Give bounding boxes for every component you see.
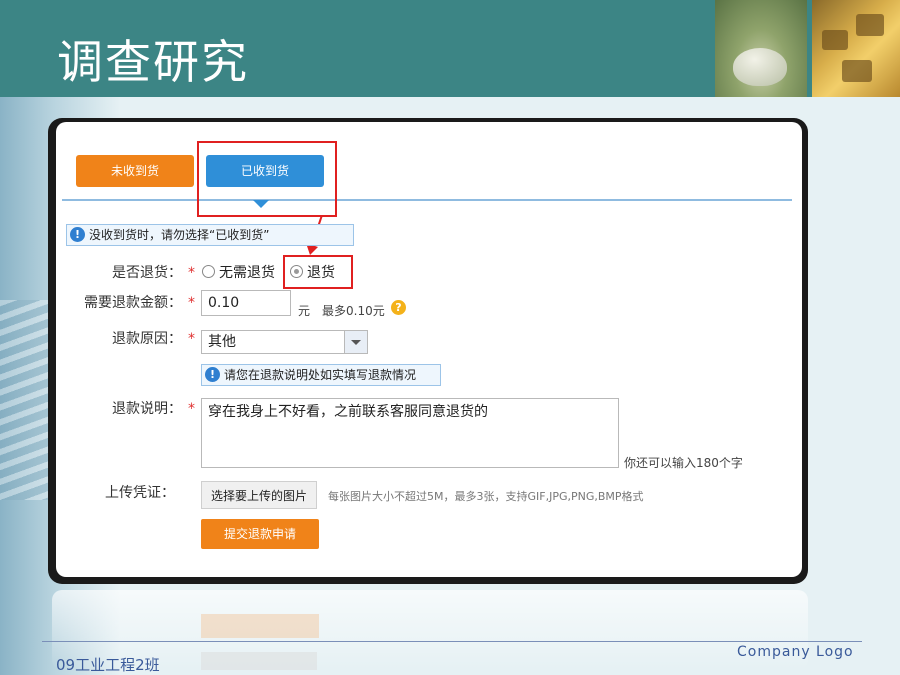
question-icon[interactable]: ? <box>391 300 406 315</box>
reason-label-text: 退款原因： <box>112 331 182 347</box>
choose-image-button[interactable]: 选择要上传的图片 <box>201 481 317 509</box>
panel-reflection <box>52 590 808 670</box>
required-mark: * <box>188 401 195 417</box>
reason-label: 退款原因： * <box>80 328 195 348</box>
desc-label: 退款说明： * <box>80 398 195 418</box>
radio-no-return[interactable] <box>202 265 215 278</box>
reflection-upload <box>201 652 317 670</box>
amount-label: 需要退款金额： * <box>70 292 195 312</box>
highlight-box-tab <box>197 141 337 217</box>
refund-reason-value: 其他 <box>208 334 236 350</box>
refund-description-textarea[interactable]: 穿在我身上不好看，之前联系客服同意退货的 <box>201 398 619 468</box>
desc-label-text: 退款说明： <box>112 401 182 417</box>
slide-title: 调查研究 <box>57 35 249 89</box>
tab-goods-not-received[interactable]: 未收到货 <box>76 155 194 187</box>
footer-company-logo: Company Logo <box>737 644 854 660</box>
notice-reason: ! 请您在退款说明处如实填写退款情况 <box>201 364 441 386</box>
option-no-return-label: 无需退货 <box>219 265 275 281</box>
reflection-submit <box>201 614 319 638</box>
keyboard-key-image <box>856 14 884 36</box>
amount-max: 最多0.10元 <box>322 304 385 318</box>
notice-text: 没收到货时，请勿选择“已收到货” <box>89 228 270 242</box>
required-mark: * <box>188 295 195 311</box>
footer-divider <box>42 641 862 642</box>
keyboard-photo <box>812 0 900 97</box>
option-return-label: 退货 <box>307 265 335 281</box>
amount-unit: 元 <box>298 304 311 318</box>
refund-form-panel <box>56 122 802 577</box>
upload-hint: 每张图片大小不超过5M，最多3张，支持GIF,JPG,PNG,BMP格式 <box>328 490 644 503</box>
chevron-down-icon[interactable] <box>344 331 367 353</box>
footer-class-name: 09工业工程2班 <box>56 656 160 674</box>
info-icon: ! <box>70 227 85 242</box>
notice-not-received: ! 没收到货时，请勿选择“已收到货” <box>66 224 354 246</box>
refund-amount-value: 0.10 <box>208 295 240 311</box>
slide-header: 调查研究 <box>0 0 900 97</box>
refund-reason-select[interactable]: 其他 <box>201 330 368 354</box>
submit-refund-button[interactable]: 提交退款申请 <box>201 519 319 549</box>
refund-description-value: 穿在我身上不好看，之前联系客服同意退货的 <box>208 404 488 420</box>
keyboard-key-image <box>822 30 848 50</box>
upload-label-text: 上传凭证： <box>105 485 175 501</box>
return-label-text: 是否退货： <box>112 265 182 281</box>
radio-return[interactable] <box>290 265 303 278</box>
keyboard-key-image <box>842 60 872 82</box>
tab-divider <box>62 199 792 201</box>
info-icon: ! <box>205 367 220 382</box>
char-counter: 你还可以输入180个字 <box>624 456 743 470</box>
required-mark: * <box>188 331 195 347</box>
return-label: 是否退货： * <box>80 262 195 282</box>
mouse-photo <box>715 0 807 97</box>
required-mark: * <box>188 265 195 281</box>
notice-reason-text: 请您在退款说明处如实填写退款情况 <box>224 368 417 382</box>
amount-label-text: 需要退款金额： <box>84 295 182 311</box>
computer-mouse-image <box>733 48 787 86</box>
upload-label: 上传凭证： <box>80 482 175 502</box>
refund-amount-input[interactable]: 0.10 <box>201 290 291 316</box>
